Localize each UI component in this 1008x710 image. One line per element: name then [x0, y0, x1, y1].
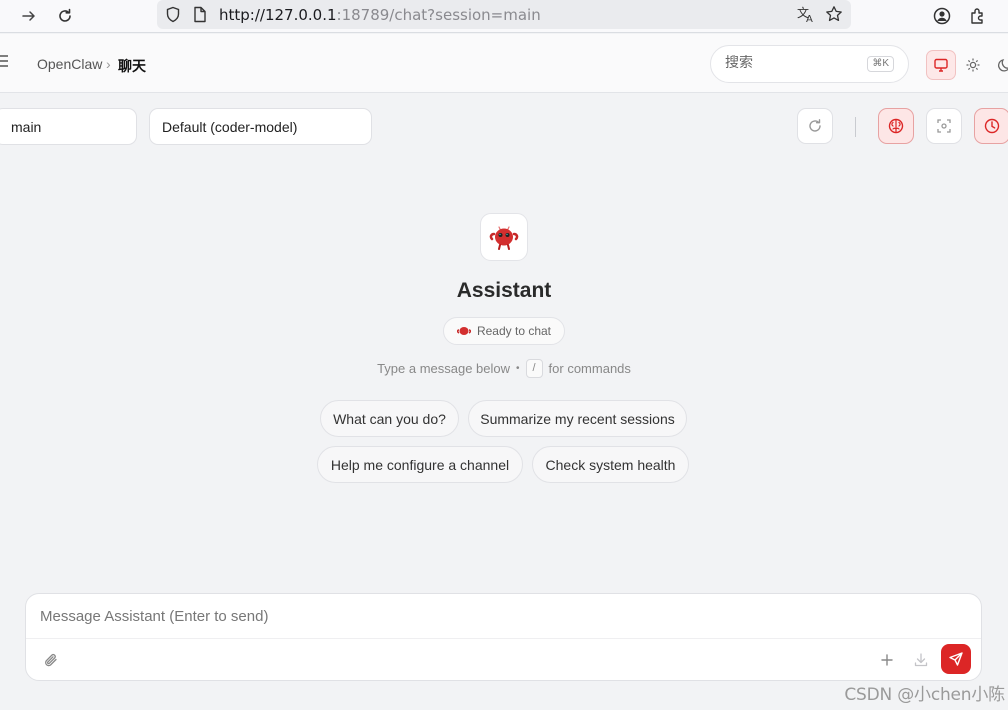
session-select-value: main — [11, 119, 42, 135]
breadcrumb-home[interactable]: OpenClaw — [37, 56, 102, 72]
new-chat-button[interactable] — [873, 646, 901, 674]
refresh-icon — [809, 119, 821, 132]
svg-text:A: A — [806, 14, 813, 23]
model-select-value: Default (coder-model) — [162, 119, 298, 135]
composer-divider — [26, 638, 981, 639]
send-icon — [949, 652, 963, 666]
model-select[interactable]: Default (coder-model) — [149, 108, 372, 145]
theme-light-button[interactable] — [958, 50, 988, 80]
theme-system-button[interactable] — [926, 50, 956, 80]
account-icon[interactable] — [929, 3, 955, 29]
hint-text-after: for commands — [548, 361, 631, 376]
search-box[interactable]: ⌘K — [710, 45, 909, 83]
suggestion-chip[interactable]: Help me configure a channel — [317, 446, 523, 483]
reload-icon[interactable] — [52, 3, 78, 29]
assistant-avatar — [480, 213, 528, 261]
brain-icon — [888, 118, 904, 134]
send-button[interactable] — [941, 644, 971, 674]
menu-icon[interactable] — [0, 53, 10, 74]
extensions-icon[interactable] — [965, 3, 991, 29]
focus-icon — [937, 119, 951, 133]
forward-icon[interactable] — [16, 3, 42, 29]
attach-button[interactable] — [37, 646, 65, 674]
history-button[interactable] — [974, 108, 1008, 144]
plus-icon — [881, 654, 893, 666]
suggestion-chip[interactable]: What can you do? — [320, 400, 459, 437]
search-shortcut: ⌘K — [867, 56, 894, 72]
command-hint: Type a message below • / for commands — [0, 359, 1008, 378]
shield-icon[interactable] — [165, 6, 181, 28]
hint-dot: • — [516, 363, 520, 374]
url-text: http://127.0.0.1:18789/chat?session=main — [219, 6, 541, 24]
lobster-icon — [489, 226, 519, 250]
star-icon[interactable] — [825, 5, 843, 28]
page-icon — [193, 6, 207, 28]
browser-toolbar: http://127.0.0.1:18789/chat?session=main… — [0, 0, 1008, 33]
status-text: Ready to chat — [476, 324, 552, 338]
sun-icon — [966, 58, 980, 72]
focus-button[interactable] — [926, 108, 962, 144]
url-path: :18789/chat?session=main — [336, 6, 541, 24]
watermark: CSDN @小chen小陈 — [844, 685, 1005, 705]
toolbar-divider — [855, 117, 856, 137]
download-icon — [914, 653, 928, 667]
message-input[interactable] — [40, 608, 940, 625]
monitor-icon — [934, 58, 948, 72]
session-select[interactable]: main — [0, 108, 137, 145]
translate-icon[interactable]: 文A — [797, 5, 815, 28]
thinking-toggle-button[interactable] — [878, 108, 914, 144]
url-host: http://127.0.0.1 — [219, 6, 337, 24]
download-button[interactable] — [907, 646, 935, 674]
slash-key: / — [525, 359, 543, 378]
breadcrumb-separator: › — [106, 56, 111, 72]
moon-icon — [998, 59, 1008, 72]
hint-text-before: Type a message below — [377, 361, 511, 376]
status-badge: Ready to chat — [443, 317, 565, 345]
suggestion-chip[interactable]: Check system health — [532, 446, 689, 483]
theme-dark-button[interactable] — [990, 50, 1008, 80]
message-composer — [25, 593, 982, 681]
assistant-name: Assistant — [456, 279, 552, 302]
address-bar[interactable]: http://127.0.0.1:18789/chat?session=main… — [157, 0, 851, 29]
lobster-icon-small — [456, 327, 471, 335]
paperclip-icon — [45, 653, 57, 667]
suggestion-chip[interactable]: Summarize my recent sessions — [468, 400, 687, 437]
refresh-button[interactable] — [797, 108, 833, 144]
clock-icon — [984, 118, 1000, 134]
search-input[interactable] — [725, 55, 865, 71]
breadcrumb-current: 聊天 — [118, 58, 146, 74]
app-header: OpenClaw › 聊天 ⌘K — [0, 34, 1008, 93]
